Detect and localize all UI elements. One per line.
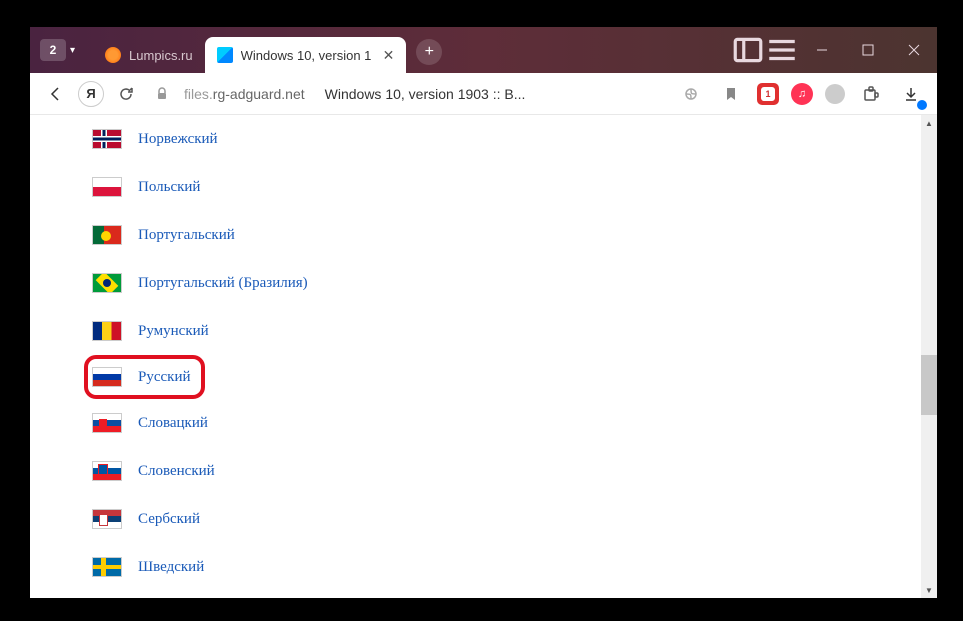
yandex-home-button[interactable]: Я (78, 81, 104, 107)
flag-icon-sk (92, 413, 122, 433)
scroll-down-arrow[interactable]: ▼ (921, 582, 937, 598)
flag-icon-se (92, 557, 122, 577)
flag-icon-pl (92, 177, 122, 197)
flag-icon-rs (92, 509, 122, 529)
maximize-button[interactable] (845, 27, 891, 73)
flag-icon-ru (92, 367, 122, 387)
flag-icon-pt (92, 225, 122, 245)
language-link[interactable]: Словацкий (138, 415, 208, 432)
close-button[interactable] (891, 27, 937, 73)
flag-icon-br (92, 273, 122, 293)
url-prefix: files. (184, 86, 213, 102)
download-badge-icon (917, 100, 927, 110)
language-item-si[interactable]: Словенский (92, 447, 937, 495)
language-link[interactable]: Словенский (138, 463, 215, 480)
scroll-up-arrow[interactable]: ▲ (921, 115, 937, 131)
tab-title: Lumpics.ru (129, 48, 193, 63)
minimize-button[interactable] (799, 27, 845, 73)
language-list: Норвежский Польский Португальский Португаль… (30, 115, 937, 591)
language-item-pl[interactable]: Польский (92, 163, 937, 211)
chevron-down-icon[interactable]: ▾ (70, 45, 75, 56)
language-item-rs[interactable]: Сербский (92, 495, 937, 543)
language-link[interactable]: Шведский (138, 559, 204, 576)
flag-icon-ro (92, 321, 122, 341)
zen-icon[interactable] (677, 80, 705, 108)
language-link[interactable]: Польский (138, 179, 200, 196)
url-text[interactable]: files.rg-adguard.net (184, 86, 305, 102)
back-button[interactable] (42, 80, 70, 108)
reader-icon[interactable] (731, 27, 765, 73)
language-item-se[interactable]: Шведский (92, 543, 937, 591)
new-tab-button[interactable]: + (416, 39, 442, 65)
language-item-ro[interactable]: Румунский (92, 307, 937, 355)
page-title: Windows 10, version 1903 :: B... (325, 86, 526, 102)
tab-windows10[interactable]: Windows 10, version 19 ✕ (205, 37, 407, 73)
language-item-pt[interactable]: Португальский (92, 211, 937, 259)
language-item-ru[interactable]: Русский (92, 361, 191, 393)
language-link[interactable]: Русский (138, 369, 191, 386)
flag-icon-no (92, 129, 122, 149)
language-item-no[interactable]: Норвежский (92, 115, 937, 163)
adblock-extension-icon[interactable]: 1 (757, 83, 779, 105)
language-link[interactable]: Португальский (Бразилия) (138, 275, 308, 292)
url-host: rg-adguard.net (213, 86, 305, 102)
language-link[interactable]: Норвежский (138, 131, 218, 148)
bookmark-icon[interactable] (717, 80, 745, 108)
lock-icon[interactable] (148, 80, 176, 108)
language-link[interactable]: Сербский (138, 511, 200, 528)
favicon-icon (105, 47, 121, 63)
favicon-icon (217, 47, 233, 63)
close-icon[interactable]: ✕ (383, 47, 395, 64)
flag-icon-si (92, 461, 122, 481)
tab-title: Windows 10, version 19 (241, 48, 371, 63)
downloads-button[interactable] (897, 80, 925, 108)
page-content: Норвежский Польский Португальский Португаль… (30, 115, 937, 598)
titlebar: 2 ▾ Lumpics.ru Windows 10, version 19 ✕ … (30, 27, 937, 73)
music-extension-icon[interactable]: ♫ (791, 83, 813, 105)
tab-lumpics[interactable]: Lumpics.ru (93, 37, 205, 73)
language-link[interactable]: Румунский (138, 323, 209, 340)
address-bar: Я files.rg-adguard.net Windows 10, versi… (30, 73, 937, 115)
menu-icon[interactable] (765, 27, 799, 73)
tab-count-badge[interactable]: 2 (40, 39, 66, 61)
reload-button[interactable] (112, 80, 140, 108)
scrollbar-thumb[interactable] (921, 355, 937, 415)
scrollbar[interactable]: ▲ ▼ (921, 115, 937, 598)
browser-window: 2 ▾ Lumpics.ru Windows 10, version 19 ✕ … (30, 27, 937, 598)
highlighted-language: Русский (84, 355, 205, 399)
language-item-br[interactable]: Португальский (Бразилия) (92, 259, 937, 307)
extensions-icon[interactable] (857, 80, 885, 108)
translate-extension-icon[interactable] (825, 84, 845, 104)
language-item-sk[interactable]: Словацкий (92, 399, 937, 447)
language-link[interactable]: Португальский (138, 227, 235, 244)
